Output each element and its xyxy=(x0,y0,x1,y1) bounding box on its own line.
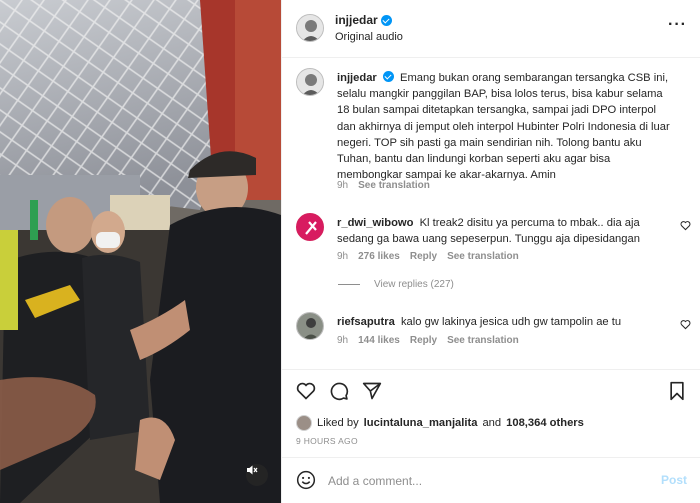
caption-meta: 9h See translation xyxy=(337,180,430,191)
comments-section: injjedar Emang bukan orang sembarangan t… xyxy=(282,59,700,369)
comment-see-translation[interactable]: See translation xyxy=(447,335,519,346)
comment-meta: 9h 276 likes Reply See translation xyxy=(337,251,519,262)
reply-button[interactable]: Reply xyxy=(410,335,437,346)
liker-avatar[interactable] xyxy=(296,415,312,431)
liked-by-and: and xyxy=(482,417,502,429)
save-bookmark-icon[interactable] xyxy=(668,381,686,401)
liked-by-prefix: Liked by xyxy=(317,417,359,429)
comment-likes[interactable]: 276 likes xyxy=(358,251,400,262)
comment-see-translation[interactable]: See translation xyxy=(447,251,519,262)
emoji-smiley-icon[interactable] xyxy=(296,470,316,490)
post-actions: Liked by lucintaluna_manjalita and 108,3… xyxy=(282,369,700,457)
video-frame xyxy=(0,0,281,503)
post-media-video[interactable] xyxy=(0,0,281,503)
comment-body: riefsaputra kalo gw lakinya jesica udh g… xyxy=(337,314,677,330)
author-username[interactable]: injjedar xyxy=(335,13,392,27)
more-options-icon[interactable]: ··· xyxy=(668,17,687,33)
caption-author-avatar[interactable] xyxy=(296,68,324,96)
post-detail-panel: injjedar Original audio ··· injjedar Ema… xyxy=(281,0,700,503)
caption-text: Emang bukan orang sembarangan tersangka … xyxy=(337,72,670,182)
verified-badge-icon xyxy=(382,71,394,82)
post-header: injjedar Original audio ··· xyxy=(282,0,700,58)
comment-likes[interactable]: 144 likes xyxy=(358,335,400,346)
likes-others-count[interactable]: 108,364 others xyxy=(506,417,584,429)
comment-meta: 9h 144 likes Reply See translation xyxy=(337,335,519,346)
like-comment-heart-icon[interactable] xyxy=(680,319,691,330)
view-replies-label[interactable]: View replies (227) xyxy=(374,279,454,290)
like-heart-icon[interactable] xyxy=(296,381,316,401)
comment-text: kalo gw lakinya jesica udh gw tampolin a… xyxy=(400,316,622,328)
original-audio-link[interactable]: Original audio xyxy=(335,31,403,43)
author-username-text[interactable]: injjedar xyxy=(335,13,378,27)
comment-input[interactable] xyxy=(328,471,638,491)
post-timestamp[interactable]: 9 HOURS AGO xyxy=(296,436,358,446)
commenter-avatar[interactable] xyxy=(296,213,324,241)
caption-age: 9h xyxy=(337,180,349,191)
share-send-icon[interactable] xyxy=(362,381,382,401)
mute-button[interactable] xyxy=(246,464,268,486)
liker-username[interactable]: lucintaluna_manjalita xyxy=(364,417,478,429)
replies-divider xyxy=(338,284,360,285)
comment-body: r_dwi_wibowo Kl treak2 disitu ya percuma… xyxy=(337,215,677,247)
post-comment-button[interactable]: Post xyxy=(661,473,687,487)
caption-body: injjedar Emang bukan orang sembarangan t… xyxy=(337,70,677,183)
like-comment-heart-icon[interactable] xyxy=(680,220,691,231)
likes-summary: Liked by lucintaluna_manjalita and 108,3… xyxy=(296,415,584,431)
muted-speaker-icon xyxy=(247,465,258,475)
caption-username[interactable]: injjedar xyxy=(337,72,377,84)
author-avatar[interactable] xyxy=(296,14,324,42)
reply-button[interactable]: Reply xyxy=(410,251,437,262)
commenter-avatar[interactable] xyxy=(296,312,324,340)
view-replies-button[interactable]: View replies (227) xyxy=(338,279,454,290)
verified-badge-icon xyxy=(380,14,392,26)
add-comment-bar: Post xyxy=(282,457,700,503)
caption-see-translation[interactable]: See translation xyxy=(358,180,430,191)
comment-age: 9h xyxy=(337,335,349,346)
commenter-username[interactable]: r_dwi_wibowo xyxy=(337,217,413,229)
commenter-username[interactable]: riefsaputra xyxy=(337,316,395,328)
comment-age: 9h xyxy=(337,251,349,262)
comment-bubble-icon[interactable] xyxy=(329,381,349,401)
